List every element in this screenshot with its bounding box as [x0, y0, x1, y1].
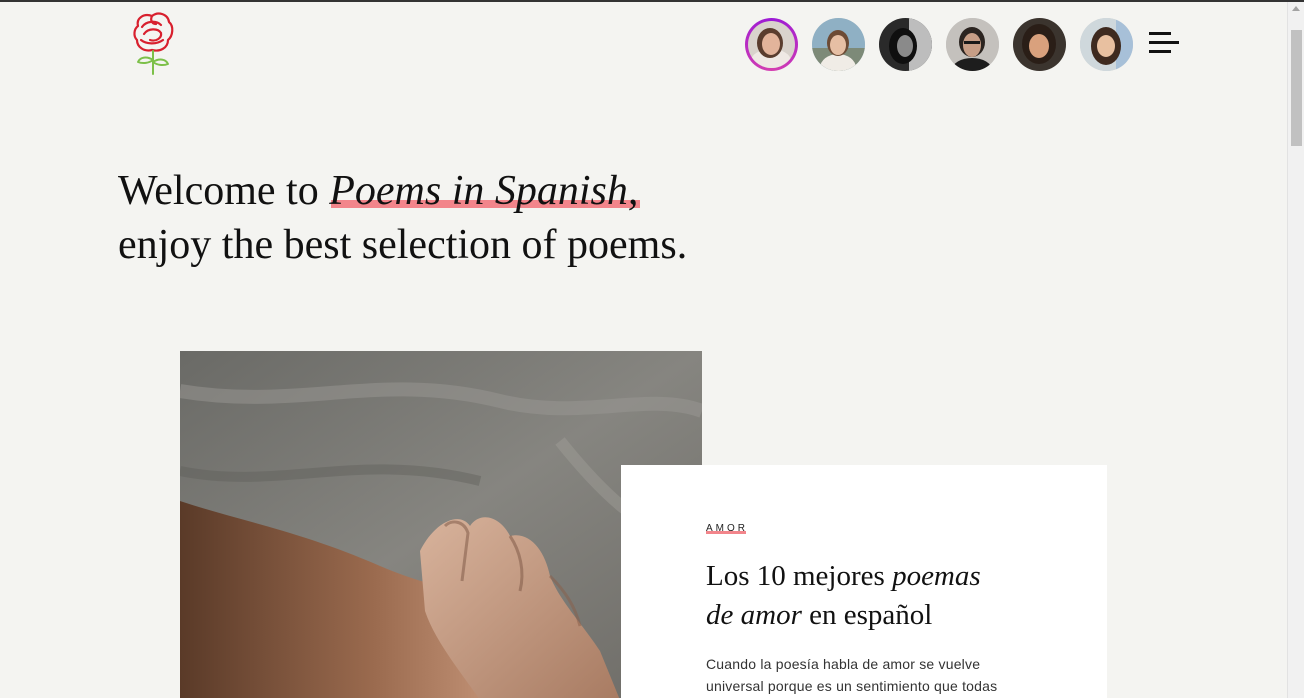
- page-title: Welcome to Poems in Spanish, enjoy the b…: [118, 164, 687, 272]
- avatar-3[interactable]: [879, 18, 932, 71]
- featured-post-card[interactable]: AMOR Los 10 mejores poemas de amor en esp…: [621, 465, 1107, 698]
- site-name-highlight: Poems in Spanish,: [329, 168, 638, 214]
- title-part1: Los 10 mejores: [706, 560, 893, 592]
- scroll-up-arrow-icon[interactable]: [1292, 6, 1300, 11]
- page-scrollbar[interactable]: [1287, 2, 1304, 698]
- site-name: Poems in Spanish: [329, 168, 628, 214]
- hero-line2: enjoy the best selection of poems.: [118, 222, 688, 268]
- post-excerpt: Cuando la poesía habla de amor se vuelve…: [706, 656, 998, 694]
- avatar-4[interactable]: [946, 18, 999, 71]
- title-italic2: de amor: [706, 599, 802, 631]
- author-avatars: [745, 18, 1133, 72]
- hamburger-menu-icon[interactable]: [1149, 32, 1181, 54]
- hero-prefix: Welcome to: [118, 168, 319, 214]
- avatar-1[interactable]: [745, 18, 798, 71]
- avatar-5[interactable]: [1013, 18, 1066, 71]
- title-italic1: poemas: [892, 560, 981, 592]
- page: Welcome to Poems in Spanish, enjoy the b…: [0, 2, 1287, 698]
- avatar-6[interactable]: [1080, 18, 1133, 71]
- avatar-2[interactable]: [812, 18, 865, 71]
- rose-logo-icon[interactable]: [128, 10, 180, 78]
- title-part2: en español: [801, 599, 933, 631]
- category-tag[interactable]: AMOR: [706, 523, 748, 534]
- hero-comma: ,: [627, 168, 639, 214]
- scrollbar-thumb[interactable]: [1291, 30, 1302, 146]
- post-title[interactable]: Los 10 mejores poemas de amor en español: [706, 557, 1026, 635]
